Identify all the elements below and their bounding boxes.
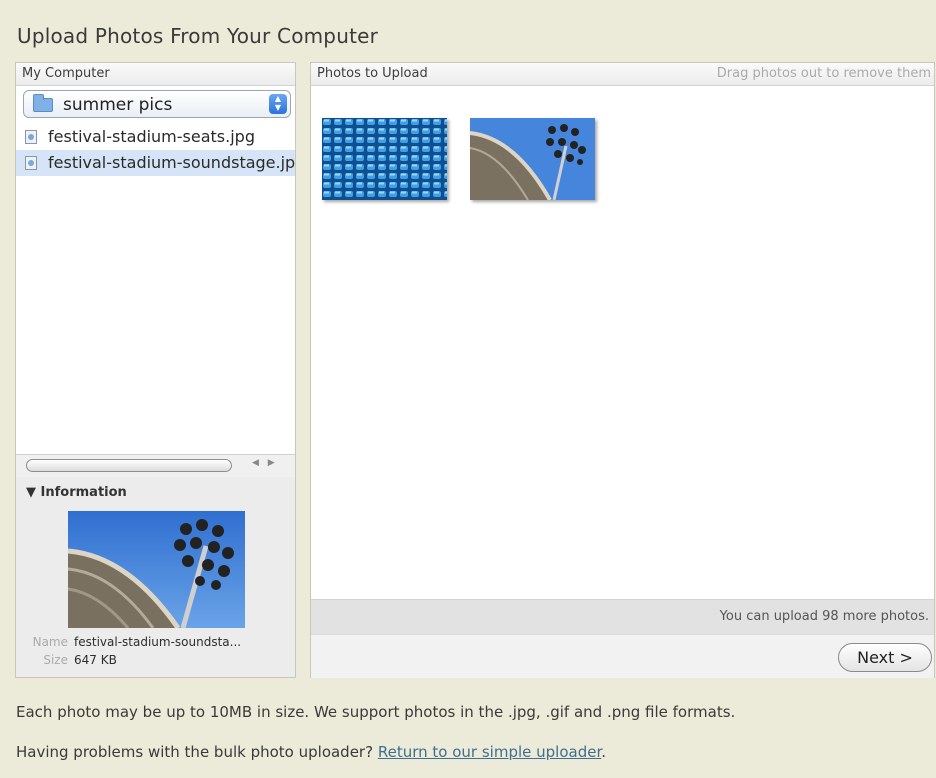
- file-list: festival-stadium-seats.jpg festival-stad…: [16, 124, 295, 176]
- file-name: festival-stadium-soundstage.jp: [48, 153, 295, 172]
- info-size-row: Size 647 KB: [26, 653, 292, 667]
- information-toggle[interactable]: ▼ Information: [26, 485, 127, 500]
- folder-select[interactable]: summer pics ▲ ▼: [23, 90, 291, 118]
- upload-footer: Next >: [311, 634, 934, 678]
- folder-icon: [33, 94, 53, 112]
- file-item-selected[interactable]: festival-stadium-soundstage.jp: [16, 150, 295, 176]
- information-panel: ▼ Information Name festival-stadium-soun…: [16, 477, 295, 677]
- problems-note: Having problems with the bulk photo uplo…: [16, 743, 606, 761]
- my-computer-pane: My Computer summer pics ▲ ▼ festival-stad…: [15, 62, 296, 678]
- scroll-arrows-icon[interactable]: ◀ ▶: [252, 458, 278, 468]
- horizontal-scrollbar[interactable]: ◀ ▶: [16, 454, 295, 477]
- problems-text: Having problems with the bulk photo uplo…: [16, 743, 374, 761]
- simple-uploader-link[interactable]: Return to our simple uploader: [378, 743, 601, 761]
- next-button[interactable]: Next >: [838, 643, 932, 672]
- upload-status-bar: You can upload 98 more photos.: [311, 599, 934, 634]
- disclosure-triangle-icon: ▼: [26, 485, 41, 500]
- folder-select-value: summer pics: [63, 95, 173, 115]
- upload-thumbnail[interactable]: [470, 118, 595, 200]
- drag-hint: Drag photos out to remove them: [716, 66, 931, 81]
- scrollbar-thumb[interactable]: [26, 459, 232, 472]
- file-item[interactable]: festival-stadium-seats.jpg: [16, 124, 295, 150]
- info-name-label: Name: [32, 635, 68, 649]
- photos-to-upload-pane: Photos to Upload Drag photos out to remo…: [310, 62, 935, 678]
- photos-to-upload-title: Photos to Upload: [317, 66, 428, 81]
- info-name-value: festival-stadium-soundsta...: [74, 635, 242, 649]
- upload-thumbnail[interactable]: [322, 118, 447, 200]
- select-arrows-icon: ▲ ▼: [269, 94, 287, 114]
- photos-to-upload-header: Photos to Upload Drag photos out to remo…: [311, 63, 934, 86]
- info-name-row: Name festival-stadium-soundsta...: [26, 635, 292, 649]
- problems-end: .: [601, 743, 607, 761]
- my-computer-header: My Computer: [16, 63, 295, 86]
- information-title: Information: [40, 485, 127, 500]
- page-title: Upload Photos From Your Computer: [17, 24, 379, 48]
- size-format-note: Each photo may be up to 10MB in size. We…: [16, 703, 736, 721]
- info-size-label: Size: [43, 653, 68, 667]
- preview-image: [68, 511, 245, 628]
- info-size-value: 647 KB: [74, 653, 117, 667]
- upload-remaining-text: You can upload 98 more photos.: [719, 609, 929, 624]
- image-file-icon: [25, 156, 37, 170]
- image-file-icon: [25, 130, 37, 144]
- file-name: festival-stadium-seats.jpg: [48, 127, 255, 146]
